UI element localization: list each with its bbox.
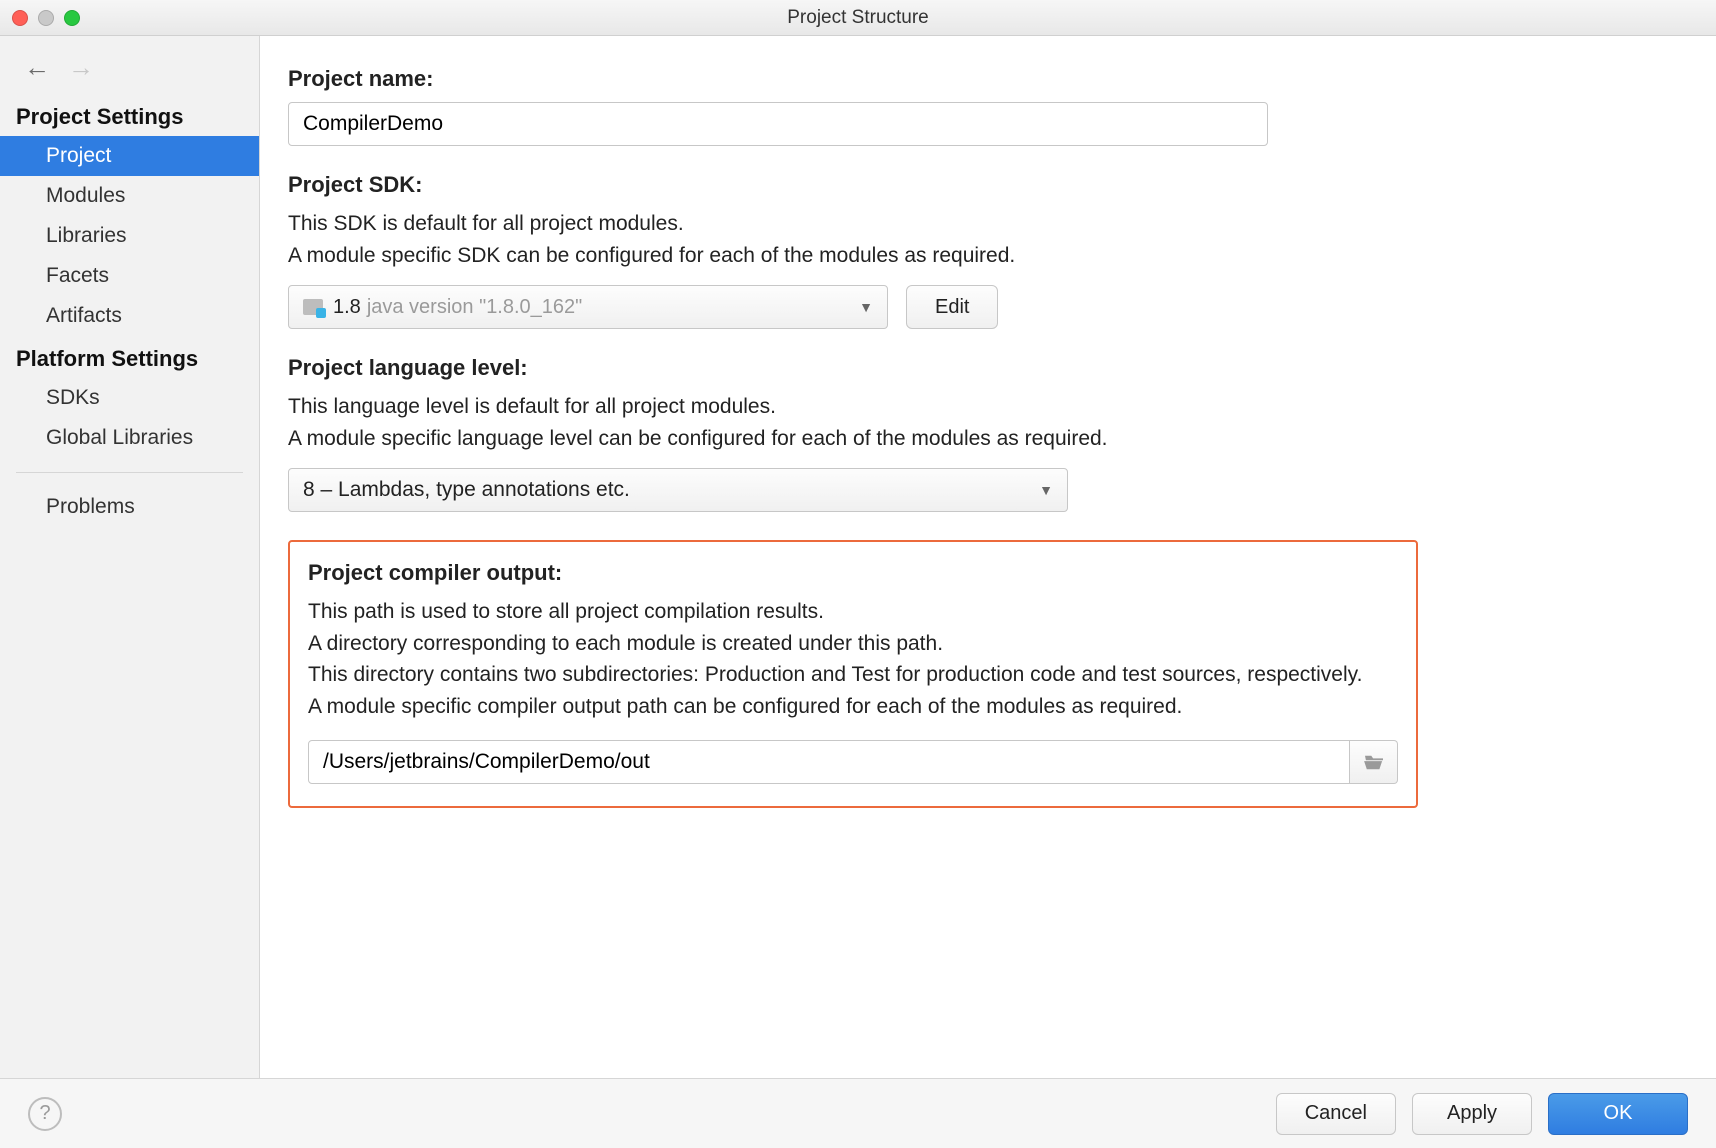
sidebar-item-label: Libraries [46,224,127,247]
language-level-label: Project language level: [288,355,1680,381]
cancel-button[interactable]: Cancel [1276,1093,1396,1135]
apply-button[interactable]: Apply [1412,1093,1532,1135]
language-level-dropdown[interactable]: 8 – Lambdas, type annotations etc. ▼ [288,468,1068,512]
ok-button[interactable]: OK [1548,1093,1688,1135]
sidebar-item-label: Artifacts [46,304,122,327]
project-sdk-label: Project SDK: [288,172,1680,198]
compiler-output-desc-4: A module specific compiler output path c… [308,691,1398,723]
sidebar-item-libraries[interactable]: Libraries [0,216,259,256]
sidebar-heading-project-settings: Project Settings [0,94,259,136]
sidebar-item-label: Facets [46,264,109,287]
sidebar: ← → Project Settings Project Modules Lib… [0,36,260,1078]
compiler-output-label: Project compiler output: [308,560,1398,586]
main-panel: Project name: Project SDK: This SDK is d… [260,36,1716,1078]
nav-history: ← → [0,36,259,94]
sidebar-item-label: Modules [46,184,125,207]
language-level-desc-2: A module specific language level can be … [288,423,1680,455]
cancel-button-label: Cancel [1305,1102,1367,1125]
help-button[interactable]: ? [28,1097,62,1131]
sidebar-item-problems[interactable]: Problems [0,487,259,527]
sidebar-item-global-libraries[interactable]: Global Libraries [0,418,259,458]
compiler-output-desc-3: This directory contains two subdirectori… [308,659,1398,691]
sidebar-item-project[interactable]: Project [0,136,259,176]
chevron-down-icon: ▼ [1039,482,1053,498]
sidebar-item-sdks[interactable]: SDKs [0,378,259,418]
project-name-label: Project name: [288,66,1680,92]
compiler-output-desc-1: This path is used to store all project c… [308,596,1398,628]
title-bar: Project Structure [0,0,1716,36]
sdk-folder-icon [303,299,323,315]
sidebar-item-facets[interactable]: Facets [0,256,259,296]
compiler-output-highlight: Project compiler output: This path is us… [288,540,1418,808]
nav-forward-icon: → [68,54,94,80]
sidebar-item-label: Global Libraries [46,426,193,449]
project-sdk-dropdown[interactable]: 1.8 java version "1.8.0_162" ▼ [288,285,888,329]
apply-button-label: Apply [1447,1102,1497,1125]
sidebar-item-label: Problems [46,495,135,518]
browse-output-button[interactable] [1350,740,1398,784]
edit-sdk-button[interactable]: Edit [906,285,998,329]
sidebar-heading-platform-settings: Platform Settings [0,336,259,378]
sdk-selected-value: 1.8 [333,296,361,319]
edit-sdk-button-label: Edit [935,296,969,319]
compiler-output-desc-2: A directory corresponding to each module… [308,628,1398,660]
nav-back-icon[interactable]: ← [24,54,50,80]
sidebar-divider [16,472,243,473]
dialog-footer: ? Cancel Apply OK [0,1078,1716,1148]
project-sdk-desc-2: A module specific SDK can be configured … [288,240,1680,272]
sidebar-item-label: Project [46,144,111,167]
folder-open-icon [1363,753,1385,771]
help-icon: ? [39,1102,50,1125]
ok-button-label: OK [1604,1102,1633,1125]
sidebar-item-artifacts[interactable]: Artifacts [0,296,259,336]
project-name-input[interactable] [288,102,1268,146]
chevron-down-icon: ▼ [859,299,873,315]
sidebar-item-label: SDKs [46,386,100,409]
compiler-output-input[interactable] [308,740,1350,784]
sidebar-item-modules[interactable]: Modules [0,176,259,216]
language-level-selected: 8 – Lambdas, type annotations etc. [303,478,630,502]
window-title: Project Structure [0,7,1716,29]
language-level-desc-1: This language level is default for all p… [288,391,1680,423]
sdk-version-text: java version "1.8.0_162" [367,296,582,319]
project-sdk-desc-1: This SDK is default for all project modu… [288,208,1680,240]
